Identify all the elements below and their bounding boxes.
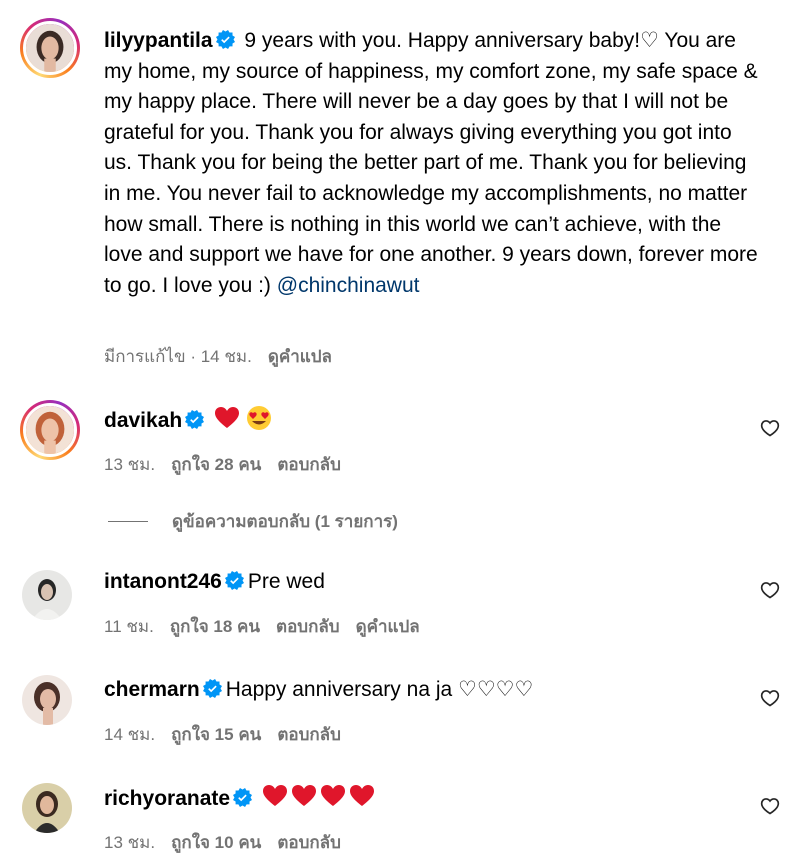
avatar-photo xyxy=(22,783,72,833)
comment-time: 14 ชม. xyxy=(104,725,156,744)
verified-badge-icon xyxy=(233,788,253,807)
comment-username[interactable]: richyoranate xyxy=(104,787,230,810)
avatar-richyoranate[interactable] xyxy=(22,783,72,833)
reply-button[interactable]: ตอบกลับ xyxy=(277,451,341,478)
comment-text xyxy=(214,405,272,431)
comment-likes[interactable]: ถูกใจ 28 คน xyxy=(171,451,261,478)
comment-time: 13 ชม. xyxy=(104,455,156,474)
comment-likes[interactable]: ถูกใจ 10 คน xyxy=(171,829,261,856)
avatar-davikah[interactable] xyxy=(20,400,80,460)
view-replies-label[interactable]: ดูข้อความตอบกลับ (1 รายการ) xyxy=(172,508,398,535)
avatar-lilyypantila[interactable] xyxy=(20,18,80,78)
heart-outline-icon[interactable] xyxy=(760,418,780,438)
avatar-photo xyxy=(22,675,72,725)
avatar-photo xyxy=(26,406,74,454)
avatar-photo xyxy=(26,24,74,72)
comment-likes[interactable]: ถูกใจ 15 คน xyxy=(171,721,261,748)
heart-outline-icon[interactable] xyxy=(760,580,780,600)
verified-badge-icon xyxy=(215,30,235,49)
comment-text: Pre wed xyxy=(247,570,325,593)
reply-button[interactable]: ตอบกลับ xyxy=(276,613,340,640)
replies-divider xyxy=(108,521,148,522)
reply-button[interactable]: ตอบกลับ xyxy=(277,721,341,748)
caption-text: 9 years with you. Happy anniversary baby… xyxy=(104,29,758,297)
comment-davikah: davikah xyxy=(104,405,740,437)
comment-time: 11 ชม. xyxy=(104,617,154,636)
comment-time: 13 ชม. xyxy=(104,833,156,852)
comment-username[interactable]: chermarn xyxy=(104,678,200,701)
translate-link[interactable]: ดูคำแปล xyxy=(356,613,420,640)
comment-username[interactable]: davikah xyxy=(104,409,182,432)
comment-intanont246: intanont246 Pre wed xyxy=(104,567,740,598)
heart-outline-icon[interactable] xyxy=(760,796,780,816)
verified-badge-icon xyxy=(185,410,205,429)
avatar-chermarn[interactable] xyxy=(22,675,72,725)
comment-meta: 13 ชม. ถูกใจ 28 คน ตอบกลับ xyxy=(104,451,357,478)
comment-likes[interactable]: ถูกใจ 18 คน xyxy=(170,613,260,640)
comment-meta: 13 ชม. ถูกใจ 10 คน ตอบกลับ xyxy=(104,829,357,856)
view-replies-button[interactable]: ดูข้อความตอบกลับ (1 รายการ) xyxy=(108,508,398,535)
avatar-intanont246[interactable] xyxy=(22,570,72,620)
comment-text: Happy anniversary na ja ♡♡♡♡ xyxy=(225,678,534,701)
caption-username[interactable]: lilyypantila xyxy=(104,29,213,52)
caption-edited-time: มีการแก้ไข · 14 ชม. xyxy=(104,347,252,366)
heart-outline-icon[interactable] xyxy=(760,688,780,708)
comment-chermarn: chermarn Happy anniversary na ja ♡♡♡♡ xyxy=(104,675,740,706)
comment-username[interactable]: intanont246 xyxy=(104,570,222,593)
caption-mention[interactable]: @chinchinawut xyxy=(277,274,420,297)
avatar-photo xyxy=(22,570,72,620)
comment-meta: 14 ชม. ถูกใจ 15 คน ตอบกลับ xyxy=(104,721,357,748)
caption-translate-link[interactable]: ดูคำแปล xyxy=(268,343,332,370)
comment-text xyxy=(262,783,374,809)
verified-badge-icon xyxy=(202,679,222,698)
verified-badge-icon xyxy=(224,571,244,590)
caption-meta: มีการแก้ไข · 14 ชม. ดูคำแปล xyxy=(104,343,348,370)
caption: lilyypantila 9 years with you. Happy ann… xyxy=(104,26,760,301)
comment-richyoranate: richyoranate xyxy=(104,783,740,815)
reply-button[interactable]: ตอบกลับ xyxy=(277,829,341,856)
comment-meta: 11 ชม. ถูกใจ 18 คน ตอบกลับ ดูคำแปล xyxy=(104,613,436,640)
